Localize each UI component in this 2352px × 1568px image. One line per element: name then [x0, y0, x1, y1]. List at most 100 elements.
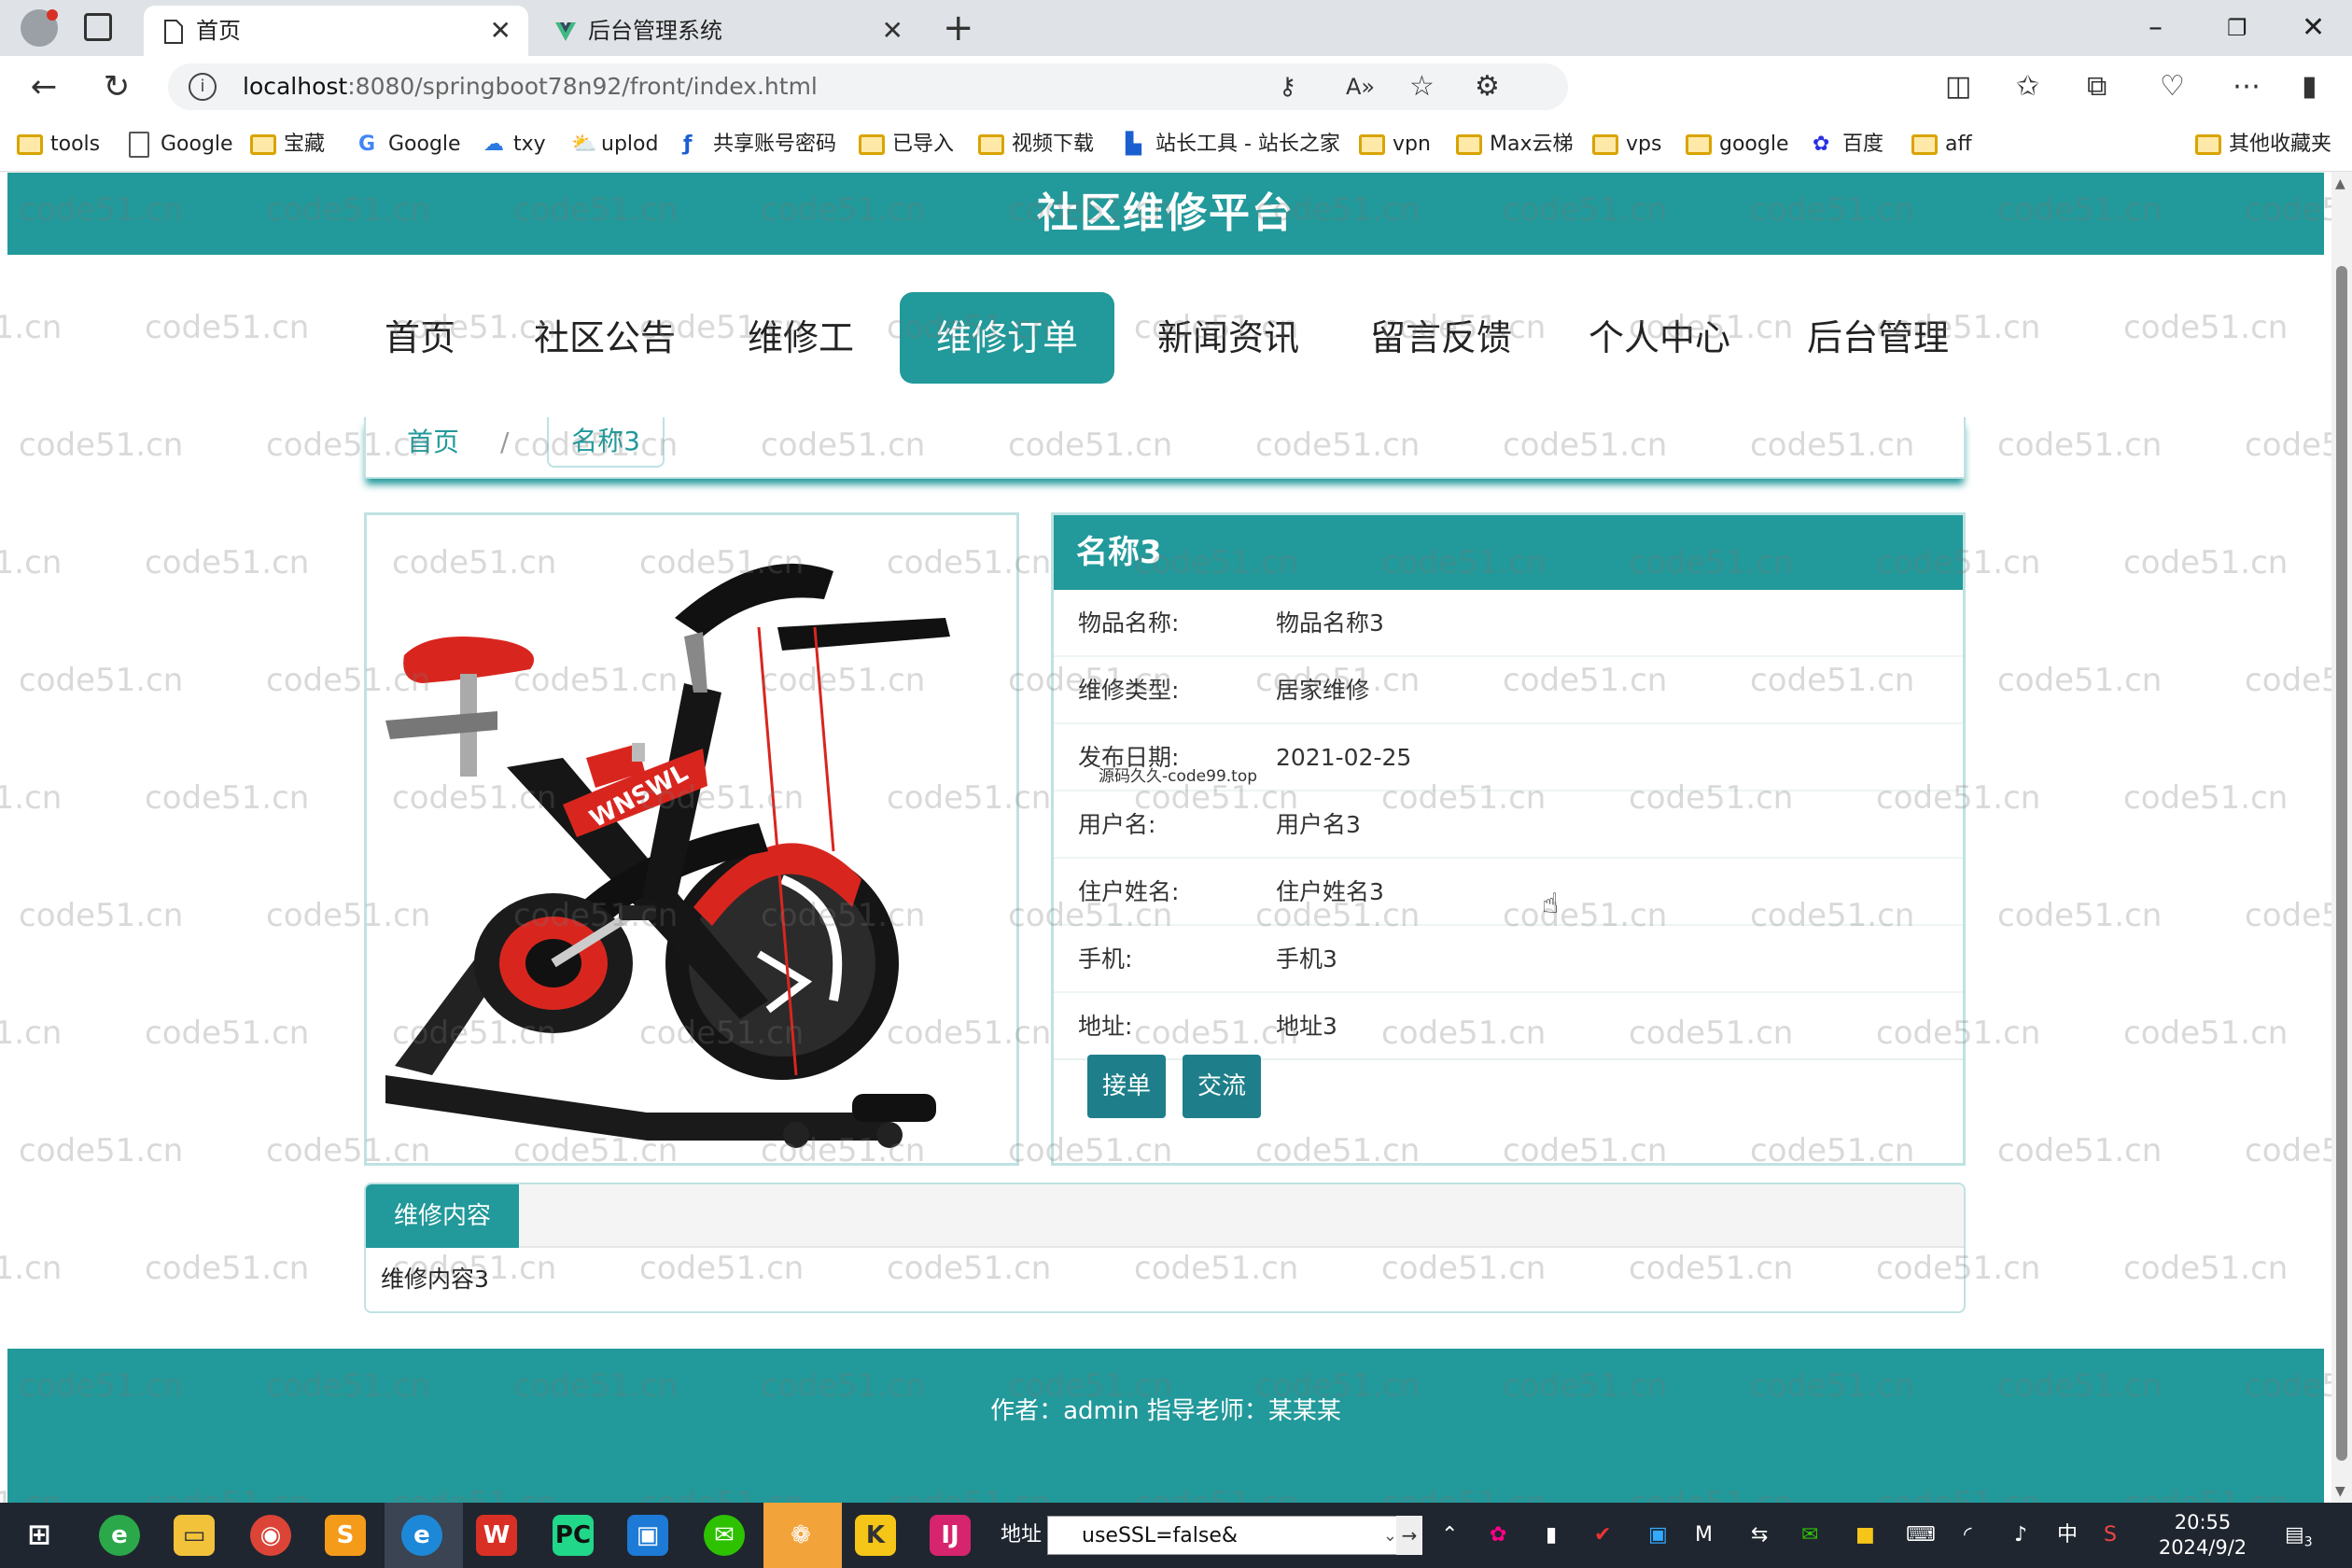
bookmark-webmaster-tools[interactable]: ▙ 站长工具 - 站长之家	[1122, 118, 1340, 172]
tab-admin[interactable]: 后台管理系统 ✕	[536, 6, 920, 56]
notification-icon[interactable]: ▤3	[2285, 1503, 2313, 1568]
bookmark-max-ladder[interactable]: Max云梯	[1456, 118, 1573, 172]
bookmark-aff[interactable]: aff	[1911, 118, 1972, 172]
split-screen-icon[interactable]: ◫	[1945, 67, 1971, 106]
ime-indicator[interactable]: 中	[2057, 1503, 2078, 1568]
password-key-icon[interactable]: ⚷	[1279, 63, 1296, 110]
intellij-icon[interactable]: IJ	[930, 1515, 971, 1556]
url-text[interactable]: localhost:8080/springboot78n92/front/ind…	[243, 63, 818, 110]
reload-icon[interactable]: ↻	[95, 65, 138, 108]
bookmark-other-favorites[interactable]: 其他收藏夹	[2195, 118, 2331, 172]
bookmark-vps[interactable]: vps	[1592, 118, 1661, 172]
bookmark-shared-accounts[interactable]: ƒ 共享账号密码	[679, 118, 836, 172]
extensions-icon[interactable]: ⚙	[1475, 63, 1500, 110]
product-image: WNSWL	[364, 512, 1019, 1166]
tab-home[interactable]: 首页 ✕	[144, 6, 528, 56]
wifi-icon[interactable]: ◜	[1964, 1503, 1972, 1568]
bookmark-treasure[interactable]: 宝藏	[250, 118, 325, 172]
wechat-icon[interactable]: ✉	[704, 1515, 745, 1556]
system-clock[interactable]: 20:55 2024/9/2	[2147, 1510, 2259, 1561]
bookmark-txy[interactable]: ☁ txy	[480, 118, 546, 172]
nav-community-notices[interactable]: 社区公告	[528, 292, 681, 384]
favorite-star-icon[interactable]: ☆	[1409, 63, 1435, 110]
address-toolbar-input[interactable]: useSSL=false& ⌄	[1047, 1516, 1422, 1555]
antivirus-icon[interactable]: ✔	[1594, 1503, 1611, 1568]
windows-start-icon[interactable]: ⊞	[19, 1515, 60, 1556]
bookmark-tools[interactable]: tools	[17, 118, 100, 172]
edge-icon[interactable]: e	[401, 1515, 442, 1556]
folder-icon	[250, 134, 276, 155]
watermark-text: code51.cn	[0, 1250, 63, 1287]
tray-blue-icon[interactable]: ▣	[1648, 1503, 1668, 1568]
browser-360-icon[interactable]: e	[99, 1515, 140, 1556]
close-window-icon[interactable]: ✕	[2302, 6, 2325, 50]
site-header: 社区维修平台	[7, 173, 2324, 255]
close-icon[interactable]: ✕	[490, 6, 511, 56]
tray-settings-icon[interactable]: ⇆	[1751, 1503, 1768, 1568]
info-icon[interactable]: i	[189, 73, 217, 101]
tray-app-icon[interactable]: ✿	[1490, 1503, 1506, 1568]
chevron-down-icon[interactable]: ⌄	[1383, 1517, 1397, 1556]
keyboard-icon[interactable]: ⌨	[1906, 1503, 1936, 1568]
wechat-tray-icon[interactable]: ✉	[1801, 1503, 1818, 1568]
close-icon[interactable]: ✕	[882, 6, 903, 56]
bookmark-google-2[interactable]: G Google	[355, 118, 461, 172]
nav-feedback[interactable]: 留言反馈	[1363, 292, 1519, 384]
usb-icon[interactable]: ▮	[1546, 1503, 1557, 1568]
sogou-icon[interactable]: S	[2104, 1503, 2117, 1568]
more-menu-icon[interactable]: ⋯	[2233, 67, 2261, 106]
nav-admin[interactable]: 后台管理	[1799, 292, 1956, 384]
bookmark-google[interactable]: Google	[127, 118, 233, 172]
accept-order-button[interactable]: 接单	[1087, 1055, 1166, 1118]
volume-icon[interactable]: ♪	[2014, 1503, 2027, 1568]
bookmark-baidu[interactable]: ✿ 百度	[1809, 118, 1883, 172]
nav-repair-workers[interactable]: 维修工	[743, 292, 859, 384]
page-icon	[129, 132, 149, 158]
scrollbar-thumb[interactable]	[2336, 266, 2347, 1461]
bookmark-vpn[interactable]: vpn	[1359, 118, 1431, 172]
nav-personal-center[interactable]: 个人中心	[1581, 292, 1738, 384]
footer-credits: 作者：admin 指导老师：某某某	[990, 1397, 1341, 1425]
kugou-icon[interactable]: K	[855, 1515, 896, 1556]
bookmark-uplod[interactable]: ⛅ uplod	[567, 118, 658, 172]
favorites-icon[interactable]: ✩	[2016, 67, 2039, 106]
chrome-icon[interactable]: ◉	[250, 1515, 291, 1556]
paw-app-icon[interactable]: ❁	[780, 1515, 821, 1556]
detail-title: 名称3	[1076, 534, 1162, 571]
sidebar-toggle-icon[interactable]: ▮	[2302, 67, 2317, 106]
back-icon[interactable]: ←	[22, 65, 65, 108]
restore-icon[interactable]: ❐	[2227, 6, 2247, 50]
nav-home[interactable]: 首页	[373, 292, 467, 384]
bookmark-video-download[interactable]: 视频下载	[978, 118, 1094, 172]
tab-repair-content[interactable]: 维修内容	[366, 1184, 519, 1248]
watermark-text: code51.cn	[19, 427, 184, 464]
scroll-up-icon[interactable]: ▲	[2335, 176, 2345, 191]
scroll-down-icon[interactable]: ▼	[2335, 1484, 2345, 1499]
bookmark-imported[interactable]: 已导入	[859, 118, 954, 172]
read-aloud-icon[interactable]: A»	[1346, 63, 1375, 110]
breadcrumb-home[interactable]: 首页	[407, 417, 459, 468]
collections-icon[interactable]: ⧉	[2087, 67, 2107, 106]
go-arrow-icon[interactable]: →	[1396, 1516, 1422, 1555]
new-tab-icon[interactable]: +	[943, 6, 974, 50]
wps-icon[interactable]: W	[476, 1515, 517, 1556]
watermark-text: code51.cn	[145, 1015, 310, 1052]
minimize-icon[interactable]: –	[2149, 6, 2163, 50]
nav-repair-orders[interactable]: 维修订单	[900, 292, 1114, 384]
workbench-icon[interactable]: ▣	[627, 1515, 668, 1556]
bookmark-google-folder[interactable]: google	[1686, 118, 1789, 172]
file-explorer-icon[interactable]: ▭	[174, 1515, 215, 1556]
tray-mail-icon[interactable]: M	[1695, 1503, 1713, 1568]
address-bar[interactable]: i localhost:8080/springboot78n92/front/i…	[168, 63, 1568, 110]
folder-icon	[859, 134, 885, 155]
nav-news[interactable]: 新闻资讯	[1150, 292, 1307, 384]
chevron-up-icon[interactable]: ⌃	[1441, 1503, 1458, 1568]
browser-essentials-icon[interactable]: ♡	[2160, 67, 2185, 106]
pycharm-icon[interactable]: PC	[553, 1515, 594, 1556]
kugou-tray-icon[interactable]: ■	[1855, 1503, 1875, 1568]
chat-button[interactable]: 交流	[1183, 1055, 1261, 1118]
page-scrollbar[interactable]: ▲ ▼	[2331, 173, 2352, 1503]
sublime-text-icon[interactable]: S	[325, 1515, 366, 1556]
workspaces-icon[interactable]	[84, 13, 112, 41]
profile-avatar-icon[interactable]	[21, 9, 58, 47]
